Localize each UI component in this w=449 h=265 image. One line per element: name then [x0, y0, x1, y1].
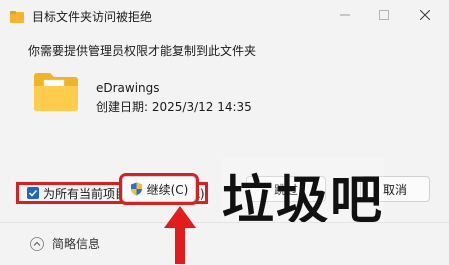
- file-name: eDrawings: [96, 81, 160, 95]
- folder-icon: [34, 73, 78, 111]
- maximize-icon: [379, 10, 389, 20]
- cancel-label: 取消: [382, 182, 407, 197]
- minimize-icon: [340, 14, 350, 16]
- file-created-date: 创建日期: 2025/3/12 14:35: [96, 100, 252, 114]
- chevron-up-icon[interactable]: [30, 237, 44, 251]
- window-title: 目标文件夹访问被拒绝: [32, 10, 153, 24]
- continue-button[interactable]: 继续(C): [119, 173, 199, 205]
- title-bar: 目标文件夹访问被拒绝: [0, 0, 449, 34]
- app-folder-icon: [10, 11, 24, 23]
- minimize-button[interactable]: [325, 0, 365, 30]
- footer-bar: 简略信息: [0, 222, 449, 265]
- red-arrow-annotation: [164, 206, 196, 264]
- close-icon: [420, 10, 430, 20]
- close-button[interactable]: [405, 0, 445, 30]
- continue-label: 继续(C): [146, 182, 189, 197]
- uac-shield-icon: [130, 182, 142, 196]
- brief-info-toggle[interactable]: 简略信息: [52, 235, 100, 252]
- permission-message: 你需要提供管理员权限才能复制到此文件夹: [28, 44, 257, 58]
- maximize-button[interactable]: [364, 0, 404, 30]
